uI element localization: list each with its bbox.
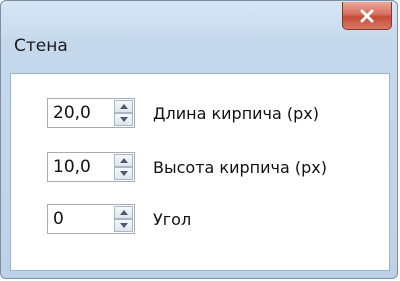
spin-down-button[interactable]	[114, 113, 133, 126]
dialog-window: Стена 20,0 Длина кирпича (px) 10,0 Высот…	[0, 0, 398, 279]
close-button[interactable]	[342, 2, 392, 30]
spin-buttons	[114, 154, 133, 180]
brick-height-value[interactable]: 10,0	[53, 157, 91, 177]
arrow-down-icon	[119, 223, 128, 228]
close-icon	[360, 9, 374, 22]
arrow-down-icon	[119, 171, 128, 176]
spin-up-button[interactable]	[114, 154, 133, 167]
spin-down-button[interactable]	[114, 167, 133, 180]
angle-spinbox[interactable]: 0	[47, 204, 135, 234]
angle-value[interactable]: 0	[53, 209, 64, 229]
spin-buttons	[114, 206, 133, 232]
spin-up-button[interactable]	[114, 100, 133, 113]
angle-label: Угол	[153, 209, 192, 229]
brick-length-spinbox[interactable]: 20,0	[47, 98, 135, 128]
brick-length-label: Длина кирпича (px)	[153, 103, 320, 123]
spin-up-button[interactable]	[114, 206, 133, 219]
brick-height-spinbox[interactable]: 10,0	[47, 152, 135, 182]
dialog-content: 20,0 Длина кирпича (px) 10,0 Высота кирп…	[10, 73, 390, 271]
window-title: Стена	[14, 36, 68, 56]
arrow-up-icon	[119, 104, 128, 109]
title-bar[interactable]: Стена	[1, 1, 397, 71]
field-row-brick-height: 10,0 Высота кирпича (px)	[47, 152, 327, 182]
brick-length-value[interactable]: 20,0	[53, 103, 91, 123]
field-row-angle: 0 Угол	[47, 204, 191, 234]
brick-height-label: Высота кирпича (px)	[153, 157, 327, 177]
arrow-down-icon	[119, 117, 128, 122]
spin-buttons	[114, 100, 133, 126]
arrow-up-icon	[119, 210, 128, 215]
arrow-up-icon	[119, 158, 128, 163]
spin-down-button[interactable]	[114, 219, 133, 232]
field-row-brick-length: 20,0 Длина кирпича (px)	[47, 98, 319, 128]
